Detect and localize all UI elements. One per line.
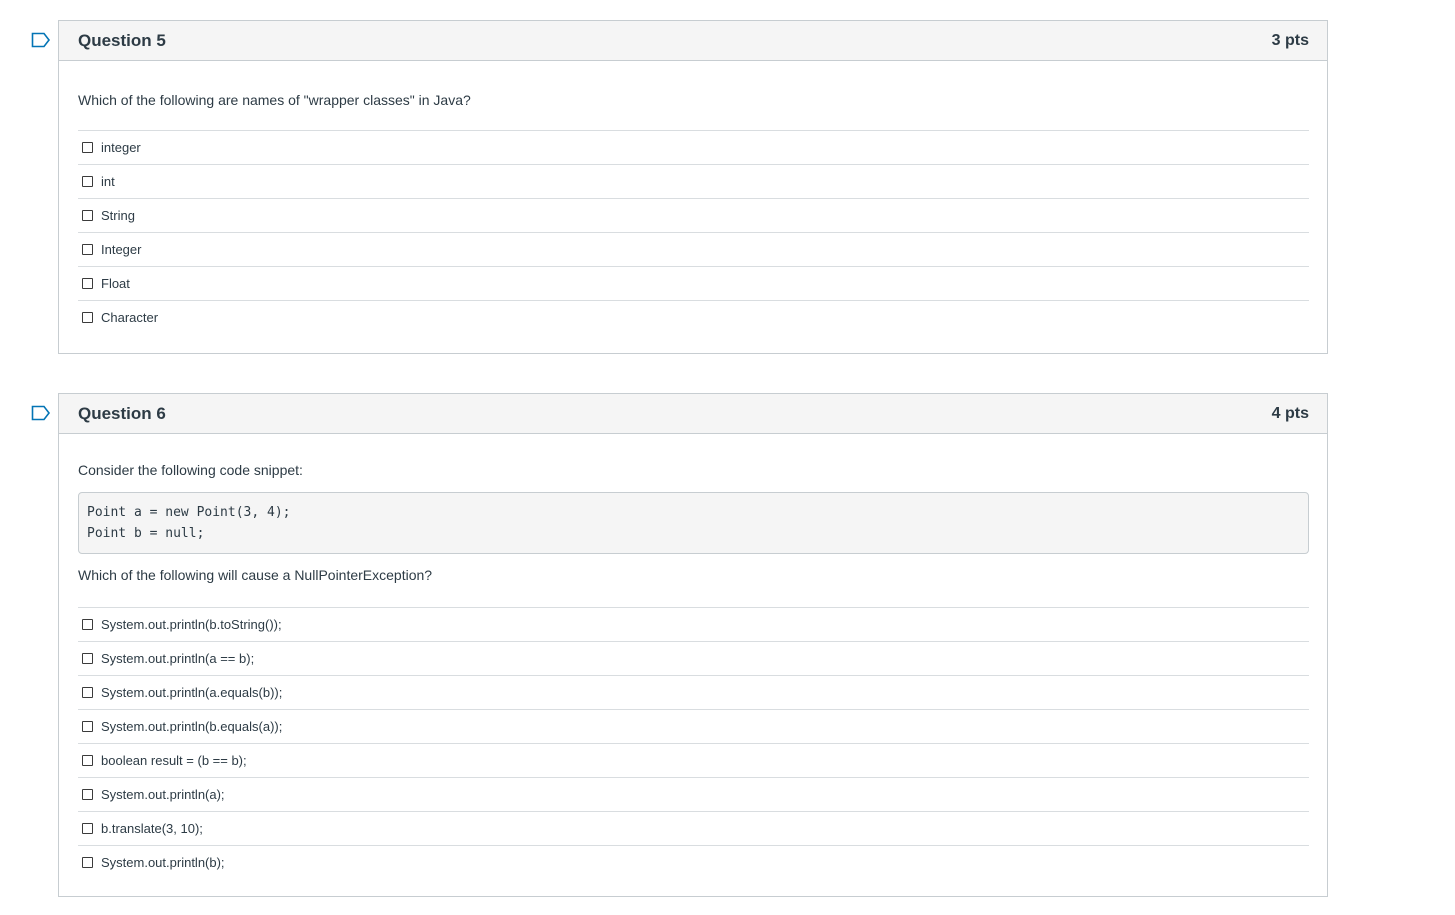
answer-label: boolean result = (b == b); xyxy=(101,753,247,768)
answer-option[interactable]: b.translate(3, 10); xyxy=(78,811,1309,845)
code-line: Point b = null; xyxy=(87,526,205,541)
question-intro: Consider the following code snippet: xyxy=(78,462,303,478)
checkbox[interactable] xyxy=(82,312,93,323)
question-5: Question 5 3 pts Which of the following … xyxy=(58,20,1328,354)
checkbox[interactable] xyxy=(82,176,93,187)
code-snippet: Point a = new Point(3, 4); Point b = nul… xyxy=(78,492,1309,554)
question-6: Question 6 4 pts Consider the following … xyxy=(58,393,1328,897)
answer-label: b.translate(3, 10); xyxy=(101,821,203,836)
code-line: Point a = new Point(3, 4); xyxy=(87,505,291,520)
answer-option[interactable]: System.out.println(a.equals(b)); xyxy=(78,675,1309,709)
answer-label: System.out.println(b); xyxy=(101,855,225,870)
answer-option[interactable]: boolean result = (b == b); xyxy=(78,743,1309,777)
checkbox[interactable] xyxy=(82,823,93,834)
answer-option[interactable]: System.out.println(a == b); xyxy=(78,641,1309,675)
question-prompt: Which of the following will cause a Null… xyxy=(78,567,433,583)
answer-list: integer int String Integer Float Charact… xyxy=(78,130,1309,334)
answer-list: System.out.println(b.toString()); System… xyxy=(78,607,1309,879)
answer-label: int xyxy=(101,174,115,189)
answer-option[interactable]: System.out.println(a); xyxy=(78,777,1309,811)
flag-question-6-icon[interactable] xyxy=(31,405,51,421)
answer-label: System.out.println(b.toString()); xyxy=(101,617,282,632)
flag-question-5-icon[interactable] xyxy=(31,32,51,48)
checkbox[interactable] xyxy=(82,619,93,630)
checkbox[interactable] xyxy=(82,789,93,800)
checkbox[interactable] xyxy=(82,244,93,255)
checkbox[interactable] xyxy=(82,857,93,868)
checkbox[interactable] xyxy=(82,755,93,766)
answer-label: System.out.println(b.equals(a)); xyxy=(101,719,283,734)
checkbox[interactable] xyxy=(82,142,93,153)
answer-label: Float xyxy=(101,276,130,291)
answer-option[interactable]: System.out.println(b.toString()); xyxy=(78,607,1309,641)
answer-label: System.out.println(a == b); xyxy=(101,651,255,666)
answer-label: integer xyxy=(101,140,141,155)
checkbox[interactable] xyxy=(82,210,93,221)
question-header: Question 6 4 pts xyxy=(59,394,1327,434)
question-title: Question 5 xyxy=(78,30,166,50)
checkbox[interactable] xyxy=(82,278,93,289)
answer-option[interactable]: System.out.println(b); xyxy=(78,845,1309,879)
answer-label: System.out.println(a.equals(b)); xyxy=(101,685,283,700)
answer-option[interactable]: System.out.println(b.equals(a)); xyxy=(78,709,1309,743)
answer-label: Character xyxy=(101,310,159,325)
question-header: Question 5 3 pts xyxy=(59,21,1327,61)
answer-label: Integer xyxy=(101,242,142,257)
answer-option[interactable]: Integer xyxy=(78,232,1309,266)
answer-option[interactable]: integer xyxy=(78,130,1309,164)
question-title: Question 6 xyxy=(78,403,166,423)
answer-label: String xyxy=(101,208,135,223)
answer-option[interactable]: int xyxy=(78,164,1309,198)
checkbox[interactable] xyxy=(82,653,93,664)
checkbox[interactable] xyxy=(82,687,93,698)
answer-option[interactable]: Character xyxy=(78,300,1309,334)
answer-option[interactable]: Float xyxy=(78,266,1309,300)
answer-label: System.out.println(a); xyxy=(101,787,225,802)
question-prompt: Which of the following are names of "wra… xyxy=(78,92,471,108)
question-points: 3 pts xyxy=(1271,31,1309,49)
checkbox[interactable] xyxy=(82,721,93,732)
answer-option[interactable]: String xyxy=(78,198,1309,232)
question-points: 4 pts xyxy=(1271,404,1309,422)
